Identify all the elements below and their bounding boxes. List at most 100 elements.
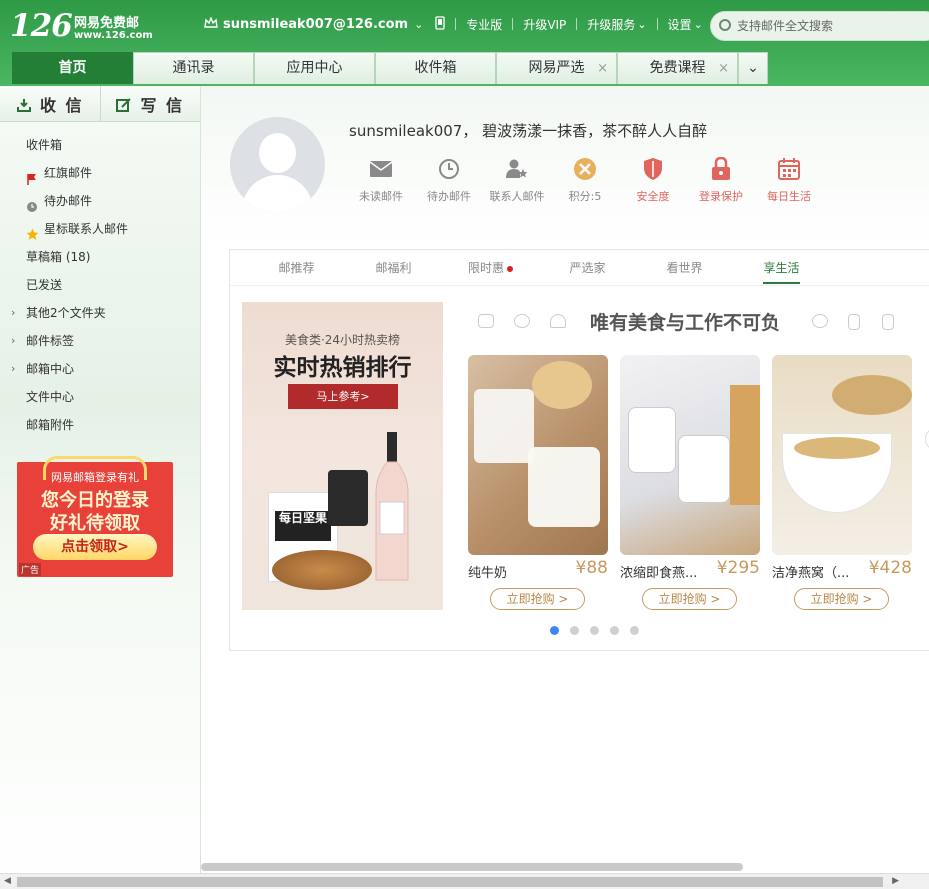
content-scrollbar[interactable] xyxy=(201,863,743,871)
stat-todo[interactable]: 待办邮件 xyxy=(415,156,483,204)
logo-url: www.126.com xyxy=(74,30,153,41)
nav-pro[interactable]: 专业版 xyxy=(466,16,502,33)
banner-button[interactable]: 马上参考> xyxy=(288,384,398,409)
tab-label: 通讯录 xyxy=(172,60,215,76)
nav-upgrade-service[interactable]: 升级服务 xyxy=(587,16,635,33)
carousel-dot[interactable] xyxy=(630,626,639,635)
nav-settings[interactable]: 设置 xyxy=(668,16,692,33)
shield-icon xyxy=(640,156,666,182)
product-name: 浓缩即食燕... xyxy=(620,566,698,581)
bag-icon xyxy=(882,314,894,330)
chevron-right-icon[interactable]: › xyxy=(11,355,15,383)
folder-inbox[interactable]: 收件箱 xyxy=(0,131,200,159)
product-card[interactable]: 纯牛奶 ¥88 立即抢购 > xyxy=(468,355,608,610)
folder-mail-center[interactable]: › 邮箱中心 xyxy=(0,355,200,383)
stat-login-protect[interactable]: 登录保护 xyxy=(687,156,755,204)
tab-yanxuan-home[interactable]: 严选家 xyxy=(539,250,636,285)
tabs-more-button[interactable]: ⌄ xyxy=(738,52,768,84)
tab-label: 免费课程 xyxy=(649,60,706,76)
search-placeholder: 支持邮件全文搜索 xyxy=(737,19,834,33)
folder-sent[interactable]: 已发送 xyxy=(0,271,200,299)
search-icon xyxy=(719,19,731,31)
tab-contacts[interactable]: 通讯录 xyxy=(133,52,254,84)
buy-now-button[interactable]: 立即抢购 > xyxy=(794,588,889,610)
close-icon[interactable]: × xyxy=(597,53,608,84)
stat-label: 积分:5 xyxy=(568,190,602,203)
top-header: 126 网易免费邮 www.126.com sunsmileak007@126.… xyxy=(0,0,929,86)
banner-subtitle: 美食类·24小时热卖榜 xyxy=(284,333,401,347)
avatar[interactable] xyxy=(230,117,325,212)
red-flag-icon xyxy=(26,167,38,185)
chevron-down-icon[interactable]: ⌄ xyxy=(414,18,423,31)
lock-icon xyxy=(708,156,734,182)
carousel-next-button[interactable] xyxy=(925,427,929,451)
folder-starred[interactable]: 星标联系人邮件 xyxy=(0,215,200,243)
folder-red-flag[interactable]: 红旗邮件 xyxy=(0,159,200,187)
buy-now-button[interactable]: 立即抢购 > xyxy=(490,588,585,610)
search-input[interactable]: 支持邮件全文搜索 xyxy=(710,11,929,41)
feature-header: 唯有美食与工作不可负 xyxy=(470,308,929,334)
clock-icon xyxy=(436,156,462,182)
folder-attachments[interactable]: 邮箱附件 xyxy=(0,411,200,439)
stat-contacts[interactable]: 联系人邮件 xyxy=(483,156,551,204)
chevron-right-icon[interactable]: › xyxy=(11,299,15,327)
clock-icon xyxy=(26,195,38,212)
divider xyxy=(512,18,514,30)
scroll-right-icon[interactable]: ▶ xyxy=(892,876,899,886)
stat-security[interactable]: 安全度 xyxy=(619,156,687,204)
horizontal-scrollbar[interactable]: ◀ ▶ xyxy=(0,873,929,889)
chevron-right-icon[interactable]: › xyxy=(11,327,15,355)
chevron-down-icon: ⌄ xyxy=(637,17,647,31)
scrollbar-thumb[interactable] xyxy=(17,877,883,887)
stat-unread[interactable]: 未读邮件 xyxy=(347,156,415,204)
chevron-down-icon: ⌄ xyxy=(693,17,703,31)
folder-file-center[interactable]: 文件中心 xyxy=(0,383,200,411)
folder-label: 已发送 xyxy=(26,278,63,292)
hot-sales-banner[interactable]: 美食类·24小时热卖榜 实时热销排行 马上参考> 每日坚果 xyxy=(242,302,443,610)
product-name: 纯牛奶 xyxy=(468,566,508,581)
egg-icon xyxy=(812,314,828,328)
stat-points[interactable]: 积分:5 xyxy=(551,156,619,204)
ad-claim-button[interactable]: 点击领取> xyxy=(33,534,157,560)
tab-label: 邮福利 xyxy=(375,261,412,275)
envelope-icon xyxy=(368,156,394,182)
folder-others[interactable]: › 其他2个文件夹 xyxy=(0,299,200,327)
close-icon[interactable]: × xyxy=(718,53,729,84)
tab-limited-offer[interactable]: 限时惠 xyxy=(442,250,539,285)
carousel-dot[interactable] xyxy=(570,626,579,635)
folder-todo[interactable]: 待办邮件 xyxy=(0,187,200,215)
product-card[interactable]: 洁净燕窝（... ¥428 立即抢购 > xyxy=(772,355,912,610)
tab-label: 看世界 xyxy=(666,261,703,275)
scroll-left-icon[interactable]: ◀ xyxy=(4,876,11,886)
nav-upgrade-vip[interactable]: 升级VIP xyxy=(523,16,566,33)
carousel-dot[interactable] xyxy=(610,626,619,635)
tab-enjoy-life[interactable]: 享生活 xyxy=(733,250,830,285)
tab-home[interactable]: 首页 xyxy=(12,52,133,84)
nut-box-label: 每日坚果 xyxy=(275,511,331,541)
carousel-dot[interactable] xyxy=(590,626,599,635)
tab-label: 应用中心 xyxy=(286,60,343,76)
carousel-dot[interactable] xyxy=(550,626,559,635)
folder-tags[interactable]: › 邮件标签 xyxy=(0,327,200,355)
tab-mail-recommend[interactable]: 邮推荐 xyxy=(248,250,345,285)
receive-button[interactable]: 收 信 xyxy=(0,86,100,121)
tab-mail-welfare[interactable]: 邮福利 xyxy=(345,250,442,285)
product-card[interactable]: 浓缩即食燕... ¥295 立即抢购 > xyxy=(620,355,760,610)
compose-button[interactable]: 写 信 xyxy=(99,86,201,121)
buy-now-button[interactable]: 立即抢购 > xyxy=(642,588,737,610)
tab-app-center[interactable]: 应用中心 xyxy=(254,52,375,84)
mobile-icon[interactable] xyxy=(435,15,445,33)
mushroom-icon xyxy=(550,314,566,328)
logo-number: 126 xyxy=(10,8,73,44)
tab-free-course[interactable]: 免费课程 × xyxy=(617,52,738,84)
stat-daily-life[interactable]: 每日生活 xyxy=(755,156,823,204)
tab-see-world[interactable]: 看世界 xyxy=(636,250,733,285)
tab-yanxuan[interactable]: 网易严选 × xyxy=(496,52,617,84)
ad-line1: 网易邮箱登录有礼 xyxy=(51,471,139,484)
folder-label: 草稿箱 (18) xyxy=(26,250,91,264)
login-gift-ad[interactable]: 网易邮箱登录有礼 您今日的登录 好礼待领取 点击领取> 广告 xyxy=(17,456,173,577)
product-name: 洁净燕窝（... xyxy=(772,566,850,581)
user-email[interactable]: sunsmileak007@126.com xyxy=(223,17,408,32)
tab-inbox[interactable]: 收件箱 xyxy=(375,52,496,84)
folder-drafts[interactable]: 草稿箱 (18) xyxy=(0,243,200,271)
